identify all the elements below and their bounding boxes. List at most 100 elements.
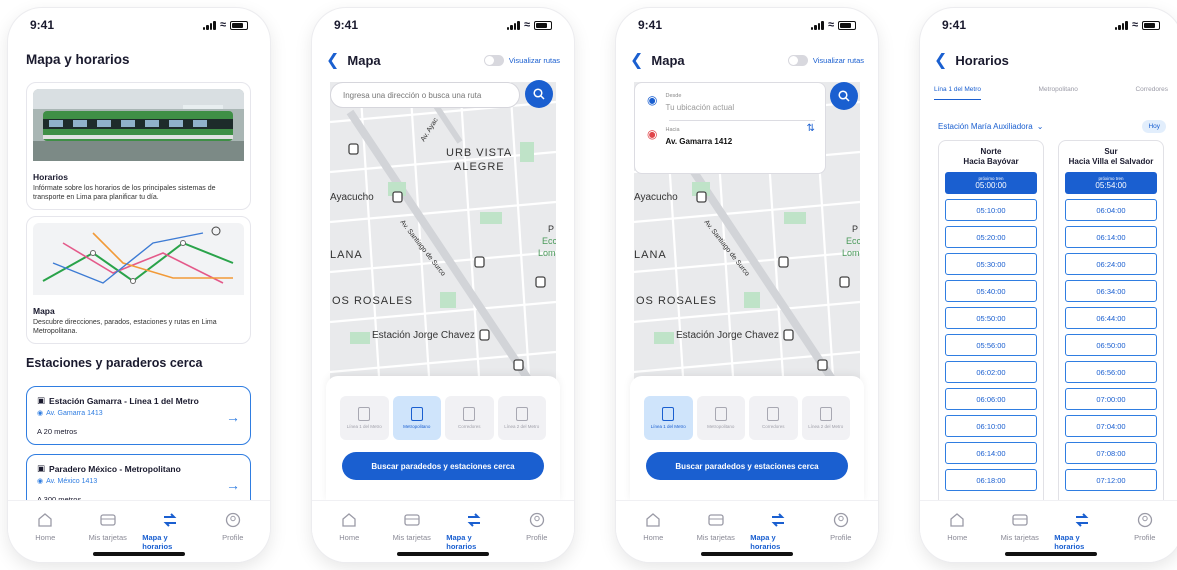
page-title: Horarios [955, 52, 1009, 68]
today-chip[interactable]: Hoy [1142, 120, 1166, 133]
next-train[interactable]: próximo tren 05:00:00 [945, 172, 1037, 195]
route-toggle[interactable]: Visualizar rutas [483, 54, 560, 66]
tab-linea1[interactable]: Lína 1 del Metro [934, 86, 981, 100]
time-slot[interactable]: 05:30:00 [945, 253, 1037, 276]
time-slot[interactable]: 06:14:00 [1065, 226, 1157, 249]
time-slot[interactable]: 07:08:00 [1065, 442, 1157, 465]
mode-linea1[interactable]: Línea 1 del Metro [340, 396, 389, 440]
arrow-right-icon[interactable]: → [226, 477, 240, 493]
svg-text:Ecc: Ecc [542, 236, 556, 246]
time-slot[interactable]: 06:18:00 [945, 469, 1037, 492]
bus-icon: ▣ [37, 463, 46, 473]
mode-linea2[interactable]: Línea 2 del Metro [801, 396, 850, 440]
swap-icon[interactable]: ⇅ [807, 123, 815, 134]
svg-text:P: P [852, 224, 858, 234]
status-icons: ≈ [810, 19, 856, 31]
toggle-switch[interactable] [483, 54, 504, 66]
search-button[interactable] [525, 80, 553, 108]
to-input[interactable]: Av. Gamarra 1412 [665, 137, 732, 146]
toggle-switch[interactable] [787, 54, 808, 66]
bus-icon [714, 407, 727, 421]
station-selector[interactable]: Estación María Auxiliadora ⌄ [938, 122, 1043, 131]
time-slot[interactable]: 06:44:00 [1065, 307, 1157, 330]
header: ❮ Mapa Visualizar rutas [326, 50, 560, 70]
time-slot[interactable]: 06:24:00 [1065, 253, 1157, 276]
train-icon [515, 407, 528, 421]
time-slot[interactable]: 06:06:00 [945, 388, 1037, 411]
tab-metropolitano[interactable]: Metropolitano [1039, 86, 1078, 100]
time-slot[interactable]: 06:56:00 [1065, 361, 1157, 384]
chevron-down-icon: ⌄ [1036, 122, 1044, 131]
signal-icon [506, 20, 520, 30]
mode-linea2[interactable]: Línea 2 del Metro [497, 396, 546, 440]
time-slot[interactable]: 06:02:00 [945, 361, 1037, 384]
nav-profile[interactable]: Profile [813, 511, 869, 562]
status-icons: ≈ [1114, 19, 1160, 31]
profile-icon [528, 511, 546, 529]
arrow-right-icon[interactable]: → [226, 409, 240, 425]
nav-profile[interactable]: Profile [205, 511, 261, 562]
profile-icon [224, 511, 242, 529]
page-title: Mapa [347, 52, 381, 68]
nav-home[interactable]: Home [625, 511, 681, 562]
nav-home[interactable]: Home [929, 511, 985, 562]
time-slot[interactable]: 06:10:00 [945, 415, 1037, 438]
nav-label: Mapa y horarios [750, 533, 781, 551]
location-pin-icon: ◉ [37, 478, 44, 485]
transport-modes: Línea 1 del Metro Metropolitano Corredor… [644, 396, 850, 440]
mode-corredores[interactable]: Corredores [445, 396, 494, 440]
time-slot[interactable]: 05:40:00 [945, 280, 1037, 303]
back-chevron-icon[interactable]: ❮ [934, 50, 947, 70]
back-chevron-icon[interactable]: ❮ [326, 50, 339, 70]
time-slot[interactable]: 07:04:00 [1065, 415, 1157, 438]
back-chevron-icon[interactable]: ❮ [630, 50, 643, 70]
time-slot[interactable]: 05:10:00 [945, 199, 1037, 222]
time-slot[interactable]: 06:14:00 [945, 442, 1037, 465]
time-slot[interactable]: 05:56:00 [945, 334, 1037, 357]
battery-icon [1142, 20, 1160, 30]
time-slot[interactable]: 07:12:00 [1065, 469, 1157, 492]
search-icon [533, 88, 545, 100]
search-input[interactable]: Ingresa una dirección o busca una ruta [330, 82, 520, 108]
search-stations-button[interactable]: Buscar paradedos y estaciones cerca [646, 452, 848, 480]
street-map[interactable]: URB VISTA ALEGRE Ayacucho LANA OS ROSALE… [330, 82, 556, 392]
stop-card[interactable]: ▣ Estación Gamarra - Línea 1 del Metro ◉ A… [26, 386, 251, 445]
mapa-card[interactable]: Mapa Descubre direcciones, parados, esta… [26, 216, 251, 344]
nav-label: Home [35, 533, 56, 542]
time-slot[interactable]: 05:20:00 [945, 226, 1037, 249]
search-button[interactable] [830, 82, 858, 110]
train-icon [358, 407, 371, 421]
to-label: Hacia [665, 127, 680, 133]
time-slot[interactable]: 06:34:00 [1065, 280, 1157, 303]
line-tabs: Lína 1 del Metro Metropolitano Corredore… [934, 86, 1168, 100]
route-arrows-icon [465, 511, 483, 529]
time-slot[interactable]: 05:50:00 [945, 307, 1037, 330]
from-input[interactable]: Tu ubicación actual [665, 103, 734, 112]
time-slot[interactable]: 07:00:00 [1065, 388, 1157, 411]
destination-pin-icon: ◉ [647, 127, 658, 141]
mode-metropolitano[interactable]: Metropolitano [696, 396, 745, 440]
mode-linea1[interactable]: Línea 1 del Metro [644, 396, 693, 440]
location-pin-icon: ◉ [647, 93, 658, 107]
nav-label: Profile [526, 533, 548, 542]
nav-home[interactable]: Home [321, 511, 377, 562]
search-stations-button[interactable]: Buscar paradedos y estaciones cerca [342, 452, 544, 480]
home-indicator [397, 552, 489, 556]
mode-metropolitano[interactable]: Metropolitano [392, 396, 441, 440]
mode-label: Metropolitano [403, 424, 431, 429]
nav-label: Profile [830, 533, 852, 542]
nav-profile[interactable]: Profile [509, 511, 565, 562]
tab-corredores[interactable]: Corredores [1135, 86, 1168, 100]
nav-home[interactable]: Home [17, 511, 73, 562]
profile-icon [832, 511, 850, 529]
signal-icon [810, 20, 824, 30]
mode-corredores[interactable]: Corredores [749, 396, 798, 440]
time-slot[interactable]: 06:50:00 [1065, 334, 1157, 357]
horarios-card[interactable]: Horarios Infórmate sobre los horarios de… [26, 82, 251, 210]
route-toggle[interactable]: Visualizar rutas [787, 54, 864, 66]
nav-label: Mis tarjetas [392, 533, 431, 542]
next-train[interactable]: próximo tren 05:54:00 [1065, 172, 1157, 195]
time-slot[interactable]: 06:04:00 [1065, 199, 1157, 222]
signal-icon [1114, 20, 1128, 30]
nav-profile[interactable]: Profile [1117, 511, 1173, 562]
